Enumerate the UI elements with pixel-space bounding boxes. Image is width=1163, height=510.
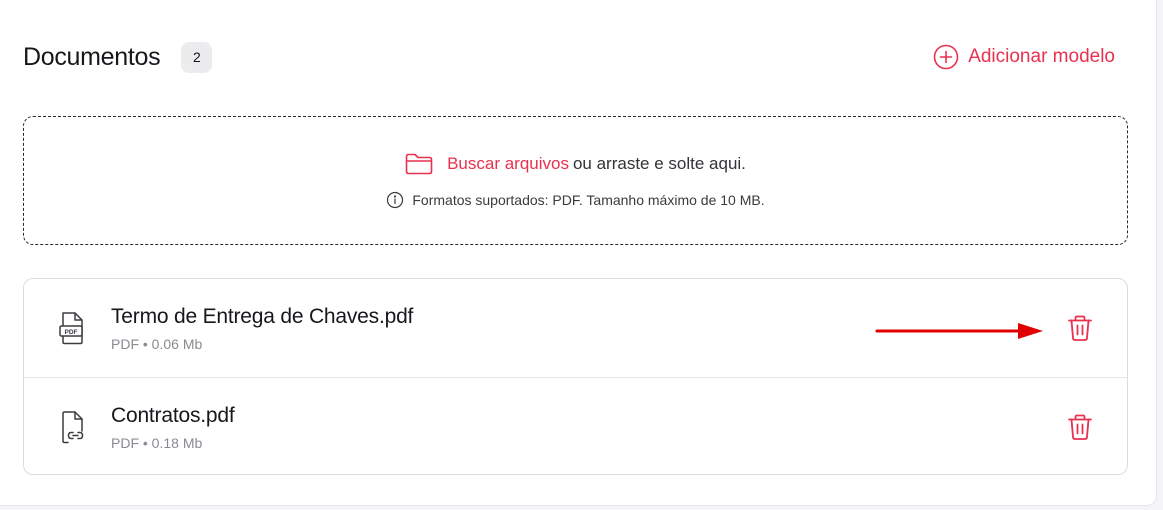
file-list: PDF Termo de Entrega de Chaves.pdf PDF •…	[23, 278, 1128, 475]
file-row: Contratos.pdf PDF • 0.18 Mb	[24, 377, 1127, 474]
browse-files-link[interactable]: Buscar arquivos	[447, 154, 569, 174]
file-meta: PDF • 0.06 Mb	[111, 336, 203, 352]
info-icon	[386, 191, 412, 209]
dropzone-prompt: Buscar arquivos ou arraste e solte aqui.	[24, 153, 1127, 175]
file-meta: PDF • 0.18 Mb	[111, 435, 203, 451]
title-group: Documentos 2	[23, 41, 213, 73]
file-dropzone[interactable]: Buscar arquivos ou arraste e solte aqui.…	[23, 116, 1128, 245]
documents-header: Documentos 2 Adicionar modelo	[23, 38, 1116, 76]
file-name: Termo de Entrega de Chaves.pdf	[111, 305, 414, 328]
trash-icon	[1068, 414, 1092, 440]
delete-file-button[interactable]	[1065, 313, 1095, 343]
svg-text:PDF: PDF	[65, 329, 78, 336]
folder-icon	[405, 153, 447, 175]
annotation-arrow	[875, 323, 1043, 339]
dropzone-info: Formatos suportados: PDF. Tamanho máximo…	[24, 191, 1127, 209]
documents-panel: Documentos 2 Adicionar modelo Buscar arq…	[0, 0, 1157, 506]
add-template-button[interactable]: Adicionar modelo	[933, 44, 1115, 70]
linked-file-icon	[58, 410, 86, 444]
file-name: Contratos.pdf	[111, 404, 235, 427]
count-badge: 2	[181, 41, 213, 73]
trash-icon	[1068, 315, 1092, 341]
add-template-label: Adicionar modelo	[968, 46, 1115, 67]
page-title: Documentos	[23, 42, 161, 71]
supported-formats-text: Formatos suportados: PDF. Tamanho máximo…	[412, 192, 765, 208]
dropzone-instruction: ou arraste e solte aqui.	[572, 154, 746, 173]
delete-file-button[interactable]	[1065, 412, 1095, 442]
pdf-file-icon: PDF	[58, 311, 86, 345]
plus-circle-icon	[933, 44, 959, 70]
